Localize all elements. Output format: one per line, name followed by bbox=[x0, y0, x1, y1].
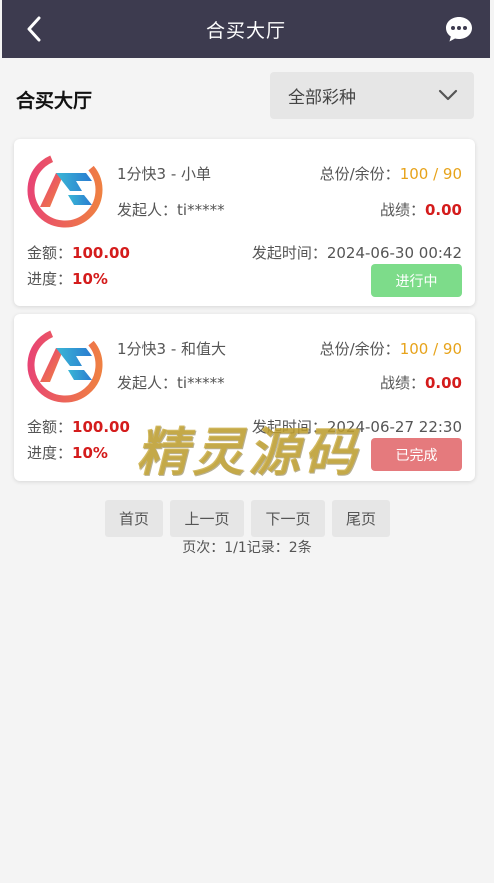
shares-info: 总份/余份：100 / 90 bbox=[320, 338, 462, 359]
chevron-left-icon bbox=[27, 16, 41, 42]
lottery-logo-icon bbox=[27, 152, 103, 228]
first-page-button[interactable]: 首页 bbox=[105, 500, 163, 537]
record-value: 0.00 bbox=[424, 201, 462, 219]
bet-card[interactable]: 1分快3 - 小单 总份/余份：100 / 90 发起人：ti***** 战绩：… bbox=[14, 139, 475, 306]
back-button[interactable] bbox=[20, 14, 48, 44]
initiator-label: 发起人： bbox=[117, 374, 178, 392]
progress-value: 10% bbox=[72, 444, 108, 462]
lottery-type-select[interactable]: 全部彩种 bbox=[270, 72, 474, 119]
record-value: 0.00 bbox=[424, 374, 462, 392]
shares-info: 总份/余份：100 / 90 bbox=[320, 163, 462, 184]
initiator-info: 发起人：ti***** bbox=[117, 372, 225, 393]
time-value: 2024-06-30 00:42 bbox=[326, 244, 462, 262]
chevron-down-icon bbox=[438, 89, 458, 101]
time-info: 发起时间：2024-06-30 00:42 bbox=[252, 242, 462, 263]
record-info: 战绩：0.00 bbox=[380, 199, 462, 220]
section-title: 合买大厅 bbox=[16, 90, 93, 112]
progress-info: 进度：10% bbox=[27, 442, 108, 463]
amount-label: 金额： bbox=[27, 418, 73, 436]
top-bar: 合买大厅 bbox=[2, 0, 490, 58]
watermark: 精灵源码 bbox=[136, 422, 361, 483]
page-title: 合买大厅 bbox=[205, 19, 286, 42]
amount-value: 100.00 bbox=[72, 418, 130, 436]
pagination: 首页 上一页 下一页 尾页 bbox=[0, 500, 494, 537]
lottery-type-value: 全部彩种 bbox=[288, 88, 356, 108]
status-in-progress-button[interactable]: 进行中 bbox=[371, 264, 462, 297]
shares-value: 100 / 90 bbox=[399, 340, 462, 358]
next-page-button[interactable]: 下一页 bbox=[251, 500, 325, 537]
pagination-info: 页次：1/1记录：2条 bbox=[182, 540, 312, 556]
record-label: 战绩： bbox=[379, 374, 425, 392]
game-name: 1分快3 - 小单 bbox=[117, 165, 212, 183]
progress-label: 进度： bbox=[27, 270, 73, 288]
prev-page-button[interactable]: 上一页 bbox=[170, 500, 244, 537]
initiator-info: 发起人：ti***** bbox=[117, 199, 225, 220]
page: 合买大厅 合买大厅 全部彩种 1分快3 - 小单 总份/余份：100 / 90 … bbox=[0, 0, 494, 883]
record-info: 战绩：0.00 bbox=[380, 372, 462, 393]
record-label: 战绩： bbox=[379, 201, 425, 219]
progress-info: 进度：10% bbox=[27, 268, 108, 289]
progress-label: 进度： bbox=[27, 444, 73, 462]
chat-button[interactable] bbox=[444, 14, 474, 44]
last-page-button[interactable]: 尾页 bbox=[332, 500, 390, 537]
amount-info: 金额：100.00 bbox=[27, 416, 130, 437]
initiator-value: ti***** bbox=[177, 374, 225, 392]
amount-value: 100.00 bbox=[72, 244, 130, 262]
shares-value: 100 / 90 bbox=[399, 165, 462, 183]
game-name: 1分快3 - 和值大 bbox=[117, 340, 227, 358]
progress-value: 10% bbox=[72, 270, 108, 288]
lottery-logo-icon bbox=[27, 327, 103, 403]
shares-label: 总份/余份： bbox=[319, 165, 400, 183]
status-completed-button[interactable]: 已完成 bbox=[371, 438, 462, 471]
time-label: 发起时间： bbox=[251, 244, 327, 262]
amount-label: 金额： bbox=[27, 244, 73, 262]
chat-bubble-icon bbox=[446, 17, 472, 42]
shares-label: 总份/余份： bbox=[319, 340, 400, 358]
amount-info: 金额：100.00 bbox=[27, 242, 130, 263]
initiator-value: ti***** bbox=[177, 201, 225, 219]
initiator-label: 发起人： bbox=[117, 201, 178, 219]
